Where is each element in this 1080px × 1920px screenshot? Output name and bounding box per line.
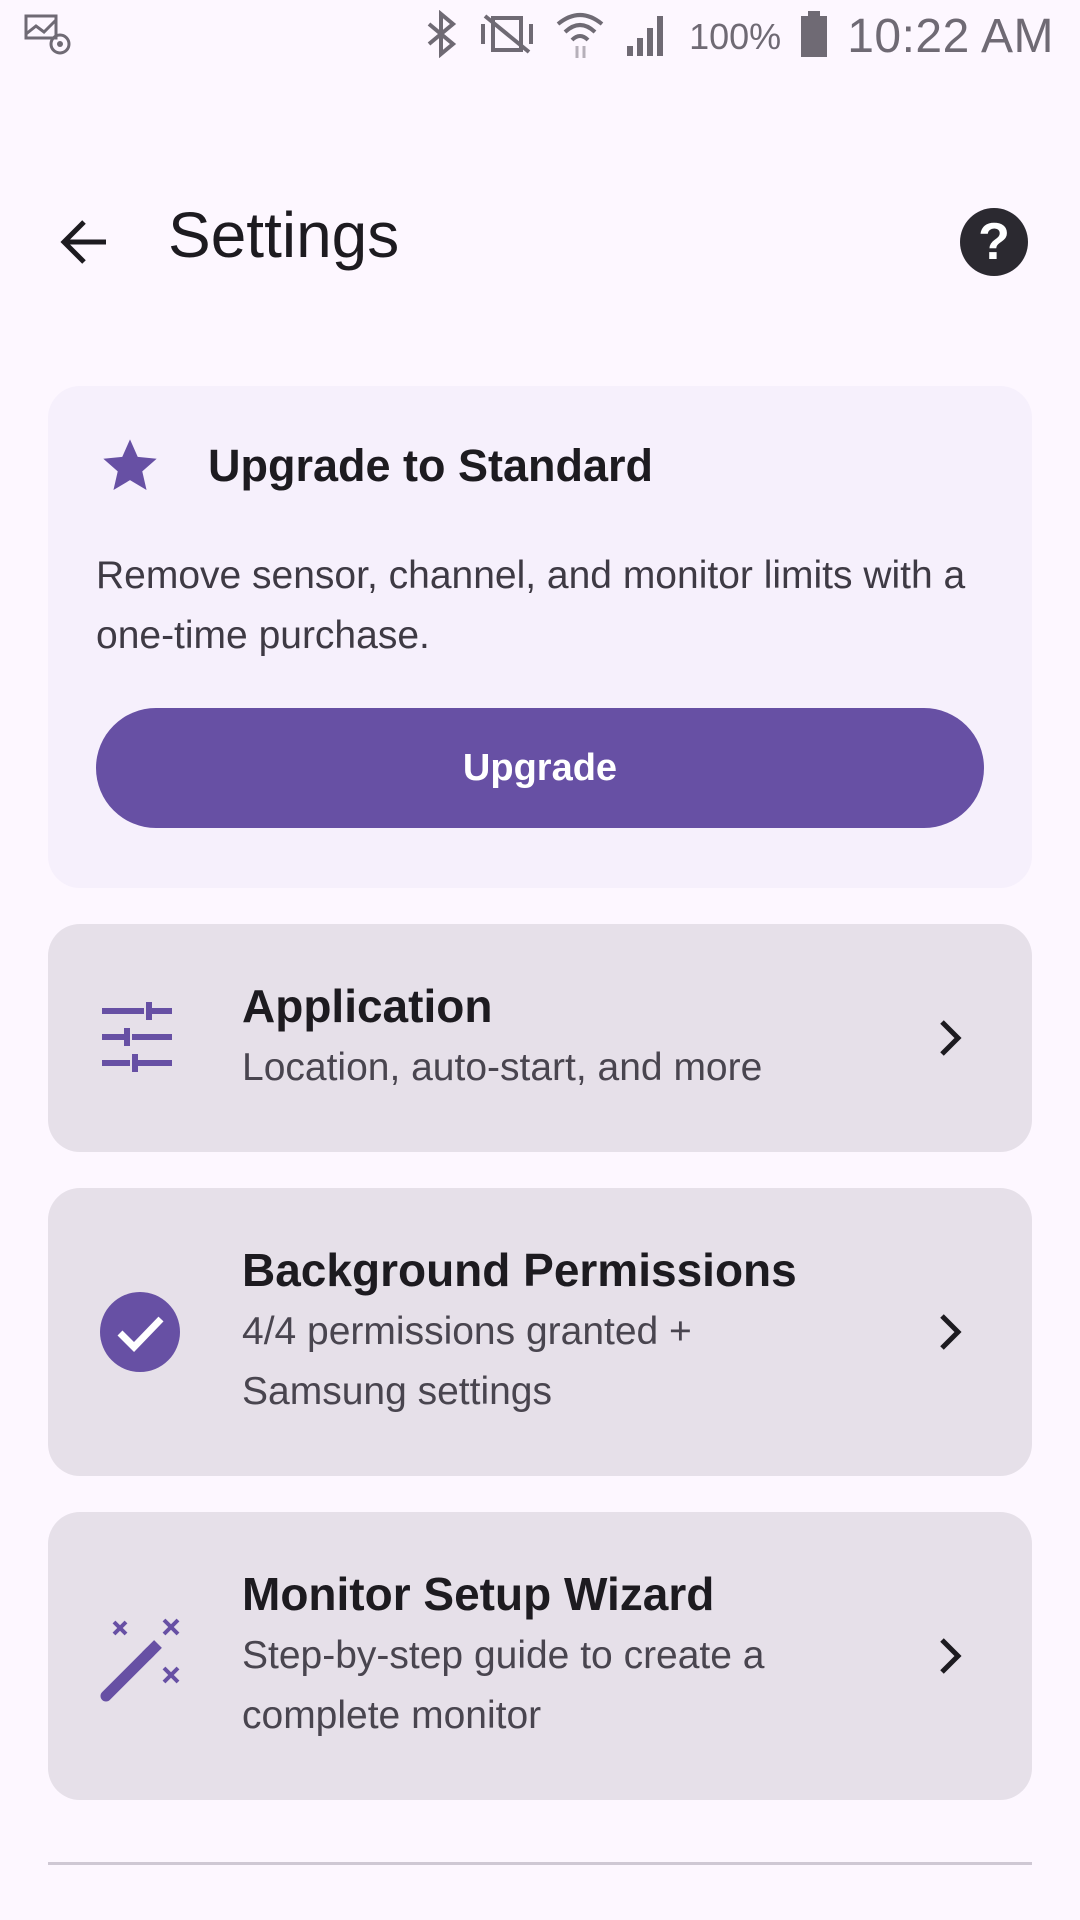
item-title: Background Permissions (242, 1244, 797, 1296)
upgrade-card: Upgrade to Standard Remove sensor, chann… (48, 386, 1032, 888)
top-app-bar: Settings ? (0, 170, 1080, 310)
star-icon (103, 439, 157, 490)
item-subtitle: 4/4 permissions granted + Samsung settin… (242, 1310, 692, 1413)
item-title: Monitor Setup Wizard (242, 1568, 715, 1620)
back-button[interactable] (48, 206, 120, 278)
upgrade-button[interactable]: Upgrade (96, 708, 984, 828)
help-icon: ? (978, 213, 1010, 271)
check-circle-icon (100, 1292, 180, 1372)
bluetooth-icon (425, 9, 459, 63)
help-button[interactable]: ? (960, 208, 1028, 276)
battery-percent: 100% (689, 15, 782, 57)
vibrate-icon (477, 10, 537, 63)
notification-icon (24, 12, 72, 61)
item-subtitle: Location, auto-start, and more (242, 1046, 763, 1089)
upgrade-description: Remove sensor, channel, and monitor limi… (96, 554, 966, 657)
divider (48, 1862, 1032, 1865)
arrow-back-icon (60, 220, 106, 264)
battery-icon (799, 9, 829, 64)
settings-item-application[interactable]: Application Location, auto-start, and mo… (48, 924, 1032, 1152)
chevron-right-icon (940, 1314, 962, 1350)
status-time: 10:22 AM (847, 10, 1054, 63)
item-subtitle: Step-by-step guide to create a complete … (242, 1634, 765, 1737)
signal-icon (623, 10, 671, 63)
wifi-icon (555, 8, 605, 65)
magic-wand-icon (100, 1618, 180, 1702)
tune-sliders-icon (102, 1002, 172, 1072)
chevron-right-icon (940, 1638, 962, 1674)
status-bar: 100% 10:22 AM (0, 0, 1080, 76)
page-title: Settings (168, 199, 400, 271)
upgrade-title: Upgrade to Standard (208, 440, 654, 491)
settings-item-monitor-setup-wizard[interactable]: Monitor Setup Wizard Step-by-step guide … (48, 1512, 1032, 1800)
item-title: Application (242, 980, 493, 1032)
chevron-right-icon (940, 1020, 962, 1056)
settings-item-background-permissions[interactable]: Background Permissions 4/4 permissions g… (48, 1188, 1032, 1476)
